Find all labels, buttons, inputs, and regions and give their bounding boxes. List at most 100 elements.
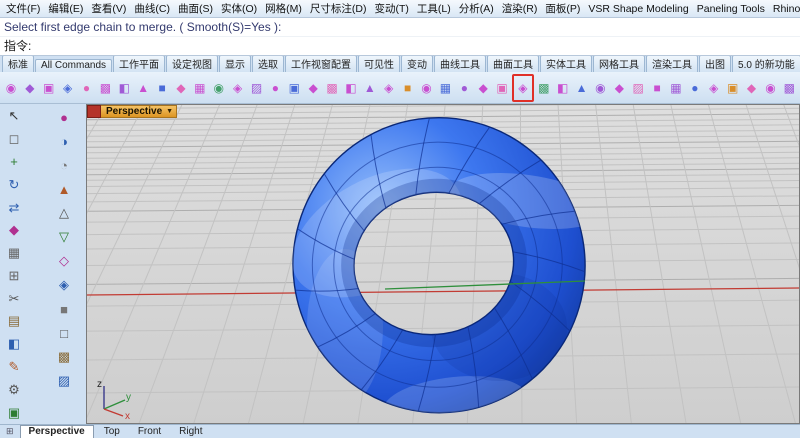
menu-item-9[interactable]: 工具(L)	[413, 0, 455, 17]
toolbar-icon-17[interactable]: ▩	[323, 75, 341, 101]
toolbar-tab-11[interactable]: 实体工具	[540, 56, 592, 72]
toolbar-icon-10[interactable]: ▦	[191, 75, 209, 101]
toolbar-icon-13[interactable]: ▨	[248, 75, 266, 101]
toolbar-icon-30[interactable]: ▲	[573, 75, 591, 101]
toolbar-icon-28[interactable]: ▩	[535, 75, 553, 101]
toolbar-icon-18[interactable]: ◧	[342, 75, 360, 101]
view-tab-top[interactable]: Top	[96, 426, 128, 438]
toolbar-icon-20[interactable]: ◈	[380, 75, 398, 101]
toolbar-icon-34[interactable]: ■	[648, 75, 666, 101]
menu-item-1[interactable]: 编辑(E)	[44, 0, 87, 17]
sidebar-icon-a11[interactable]: ✎	[1, 356, 27, 379]
sidebar-icon-b1[interactable]: ◑	[51, 129, 77, 153]
menu-item-4[interactable]: 曲面(S)	[174, 0, 217, 17]
toolbar-icon-22[interactable]: ◉	[418, 75, 436, 101]
viewport-title[interactable]: Perspective ▼	[87, 105, 177, 118]
toolbar-icon-32[interactable]: ◆	[610, 75, 628, 101]
menu-item-13[interactable]: VSR Shape Modeling	[584, 2, 692, 16]
toolbar-icon-23[interactable]: ▦	[436, 75, 454, 101]
sidebar-icon-b0[interactable]: ●	[51, 105, 77, 129]
sidebar-icon-b4[interactable]: △	[51, 201, 77, 225]
toolbar-icon-6[interactable]: ◧	[115, 75, 133, 101]
toolbar-icon-39[interactable]: ◆	[743, 75, 761, 101]
toolbar-tab-9[interactable]: 曲线工具	[434, 56, 486, 72]
toolbar-tab-5[interactable]: 选取	[252, 56, 284, 72]
sidebar-icon-b5[interactable]: ▽	[51, 225, 77, 249]
sidebar-icon-a5[interactable]: ◆	[1, 219, 27, 242]
sidebar-icon-b8[interactable]: ■	[51, 297, 77, 321]
sidebar-icon-b11[interactable]: ▨	[51, 369, 77, 393]
toolbar-icon-24[interactable]: ●	[455, 75, 473, 101]
sidebar-icon-b9[interactable]: □	[51, 321, 77, 345]
toolbar-tab-8[interactable]: 变动	[401, 56, 433, 72]
toolbar-tab-13[interactable]: 渲染工具	[646, 56, 698, 72]
toolbar-tab-15[interactable]: 5.0 的新功能	[732, 56, 800, 72]
toolbar-tab-10[interactable]: 曲面工具	[487, 56, 539, 72]
toolbar-icon-8[interactable]: ■	[153, 75, 171, 101]
sidebar-icon-a9[interactable]: ▤	[1, 310, 27, 333]
menu-item-5[interactable]: 实体(O)	[217, 0, 261, 17]
sidebar-icon-a4[interactable]: ⇄	[1, 196, 27, 219]
toolbar-tab-2[interactable]: 工作平面	[113, 56, 165, 72]
perspective-viewport[interactable]: Perspective ▼ z y x	[86, 104, 800, 424]
menu-item-8[interactable]: 变动(T)	[371, 0, 413, 17]
toolbar-tab-14[interactable]: 出图	[699, 56, 731, 72]
sidebar-icon-b10[interactable]: ▩	[51, 345, 77, 369]
sidebar-icon-a3[interactable]: ↻	[1, 173, 27, 196]
toolbar-tab-6[interactable]: 工作视窗配置	[285, 56, 357, 72]
sidebar-icon-a6[interactable]: ▦	[1, 242, 27, 265]
view-tab-perspective[interactable]: Perspective	[20, 425, 94, 438]
toolbar-icon-2[interactable]: ▣	[40, 75, 58, 101]
toolbar-tab-3[interactable]: 设定视图	[166, 56, 218, 72]
sidebar-icon-b2[interactable]: ◔	[51, 153, 77, 177]
viewport-layout-icon[interactable]: ⊞	[2, 426, 18, 437]
menu-item-15[interactable]: RhinoGold	[769, 2, 800, 16]
toolbar-icon-40[interactable]: ◉	[761, 75, 779, 101]
toolbar-icon-14[interactable]: ●	[266, 75, 284, 101]
sidebar-icon-a7[interactable]: ⊞	[1, 264, 27, 287]
menu-item-3[interactable]: 曲线(C)	[130, 0, 174, 17]
menu-item-14[interactable]: Paneling Tools	[693, 2, 769, 16]
toolbar-icon-11[interactable]: ◉	[210, 75, 228, 101]
toolbar-icon-33[interactable]: ▨	[629, 75, 647, 101]
toolbar-icon-5[interactable]: ▩	[96, 75, 114, 101]
sidebar-icon-a8[interactable]: ✂	[1, 287, 27, 310]
sidebar-icon-a0[interactable]: ↖	[1, 105, 27, 128]
sidebar-icon-a1[interactable]: ◻	[1, 128, 27, 151]
sidebar-icon-a13[interactable]: ▣	[1, 401, 27, 424]
toolbar-icon-3[interactable]: ◈	[59, 75, 77, 101]
toolbar-tab-12[interactable]: 网格工具	[593, 56, 645, 72]
menu-item-2[interactable]: 查看(V)	[87, 0, 130, 17]
menu-item-10[interactable]: 分析(A)	[455, 0, 498, 17]
sidebar-icon-a12[interactable]: ⚙	[1, 378, 27, 401]
menu-item-0[interactable]: 文件(F)	[2, 0, 44, 17]
toolbar-icon-12[interactable]: ◈	[229, 75, 247, 101]
toolbar-icon-4[interactable]: ●	[78, 75, 96, 101]
toolbar-icon-7[interactable]: ▲	[134, 75, 152, 101]
command-prompt-input[interactable]: 指令:	[0, 36, 800, 55]
toolbar-icon-26[interactable]: ▣	[493, 75, 511, 101]
toolbar-icon-19[interactable]: ▲	[361, 75, 379, 101]
viewport-record-icon[interactable]	[87, 105, 101, 118]
toolbar-icon-27[interactable]: ◈	[512, 74, 534, 102]
toolbar-icon-1[interactable]: ◆	[21, 75, 39, 101]
toolbar-icon-25[interactable]: ◆	[474, 75, 492, 101]
menu-item-6[interactable]: 网格(M)	[261, 0, 306, 17]
toolbar-icon-29[interactable]: ◧	[554, 75, 572, 101]
toolbar-icon-0[interactable]: ◉	[2, 75, 20, 101]
toolbar-icon-31[interactable]: ◉	[591, 75, 609, 101]
menu-item-12[interactable]: 面板(P)	[541, 0, 584, 17]
toolbar-icon-35[interactable]: ▦	[667, 75, 685, 101]
view-tab-right[interactable]: Right	[171, 426, 210, 438]
sidebar-icon-a2[interactable]: +	[1, 151, 27, 174]
menu-item-11[interactable]: 渲染(R)	[498, 0, 542, 17]
menu-item-7[interactable]: 尺寸标注(D)	[306, 0, 371, 17]
toolbar-icon-9[interactable]: ◆	[172, 75, 190, 101]
sidebar-icon-b6[interactable]: ◇	[51, 249, 77, 273]
toolbar-icon-37[interactable]: ◈	[705, 75, 723, 101]
toolbar-icon-36[interactable]: ●	[686, 75, 704, 101]
view-tab-front[interactable]: Front	[130, 426, 169, 438]
toolbar-icon-21[interactable]: ■	[399, 75, 417, 101]
toolbar-icon-38[interactable]: ▣	[724, 75, 742, 101]
toolbar-tab-1[interactable]: All Commands	[35, 59, 112, 72]
